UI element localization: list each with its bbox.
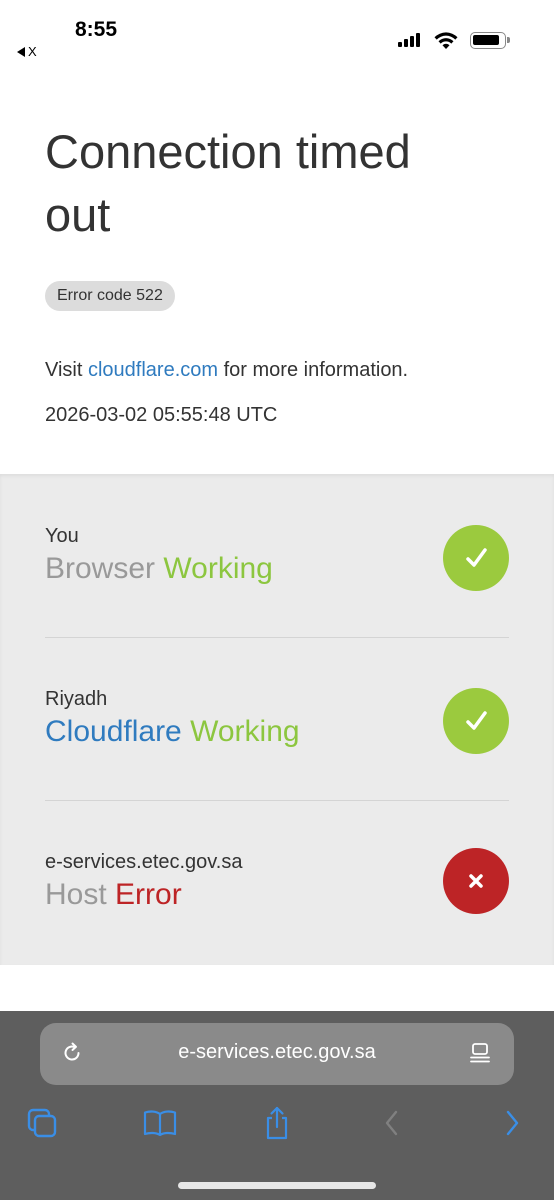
back-triangle-icon — [17, 46, 25, 57]
row-status-text: Browser Working — [45, 552, 273, 586]
error-code-badge: Error code 522 — [45, 281, 175, 311]
battery-icon — [470, 32, 510, 49]
row-component-name: Host — [45, 878, 107, 911]
back-app-label: X — [28, 44, 37, 59]
browser-toolbar: e-services.etec.gov.sa — [0, 1011, 554, 1200]
share-icon — [266, 1106, 288, 1140]
row-component-name: Cloudflare — [45, 715, 182, 748]
row-location-label: You — [45, 525, 79, 547]
check-icon — [443, 688, 509, 754]
error-x-icon — [443, 848, 509, 914]
chevron-right-icon — [506, 1110, 519, 1136]
row-divider — [45, 637, 509, 638]
error-timestamp: 2026-03-02 05:55:48 UTC — [45, 404, 278, 426]
cellular-signal-icon — [398, 33, 420, 47]
tabs-button[interactable] — [22, 1103, 62, 1143]
row-status-text: Host Error — [45, 878, 182, 912]
share-button[interactable] — [257, 1103, 297, 1143]
forward-button[interactable] — [492, 1103, 532, 1143]
row-component-name: Browser — [45, 552, 156, 585]
back-to-app-button[interactable]: X — [17, 44, 37, 59]
row-location-label: Riyadh — [45, 688, 108, 710]
cloudflare-link[interactable]: cloudflare.com — [88, 359, 218, 381]
check-icon — [443, 525, 509, 591]
row-divider — [45, 800, 509, 801]
wifi-icon — [434, 32, 458, 49]
row-status-text: Cloudflare Working — [45, 715, 300, 749]
row-state: Working — [190, 715, 300, 748]
status-row-cloudflare: Riyadh Cloudflare Working — [45, 685, 509, 848]
visit-prefix: Visit — [45, 359, 88, 381]
status-row-host: e-services.etec.gov.sa Host Error — [45, 848, 509, 1011]
row-location-label: e-services.etec.gov.sa — [45, 851, 243, 873]
status-bar: 8:55 X — [0, 0, 554, 70]
back-button[interactable] — [372, 1103, 412, 1143]
page-menu-icon[interactable] — [468, 1041, 492, 1065]
page-title: Connection timed out — [45, 125, 411, 241]
bookmarks-button[interactable] — [140, 1103, 180, 1143]
chevron-left-icon — [385, 1110, 398, 1136]
url-text: e-services.etec.gov.sa — [178, 1041, 376, 1063]
status-panel: You Browser Working Riyadh Cloudflare Wo… — [0, 474, 554, 965]
home-indicator[interactable] — [178, 1182, 376, 1189]
tabs-icon — [27, 1108, 57, 1138]
row-state: Working — [163, 552, 273, 585]
visit-suffix: for more information. — [218, 359, 409, 381]
row-state: Error — [115, 878, 182, 911]
visit-info: Visit cloudflare.com for more informatio… — [45, 359, 408, 382]
book-icon — [143, 1110, 177, 1137]
address-bar[interactable]: e-services.etec.gov.sa — [40, 1023, 514, 1085]
status-row-browser: You Browser Working — [45, 522, 509, 685]
status-time: 8:55 — [75, 18, 118, 41]
